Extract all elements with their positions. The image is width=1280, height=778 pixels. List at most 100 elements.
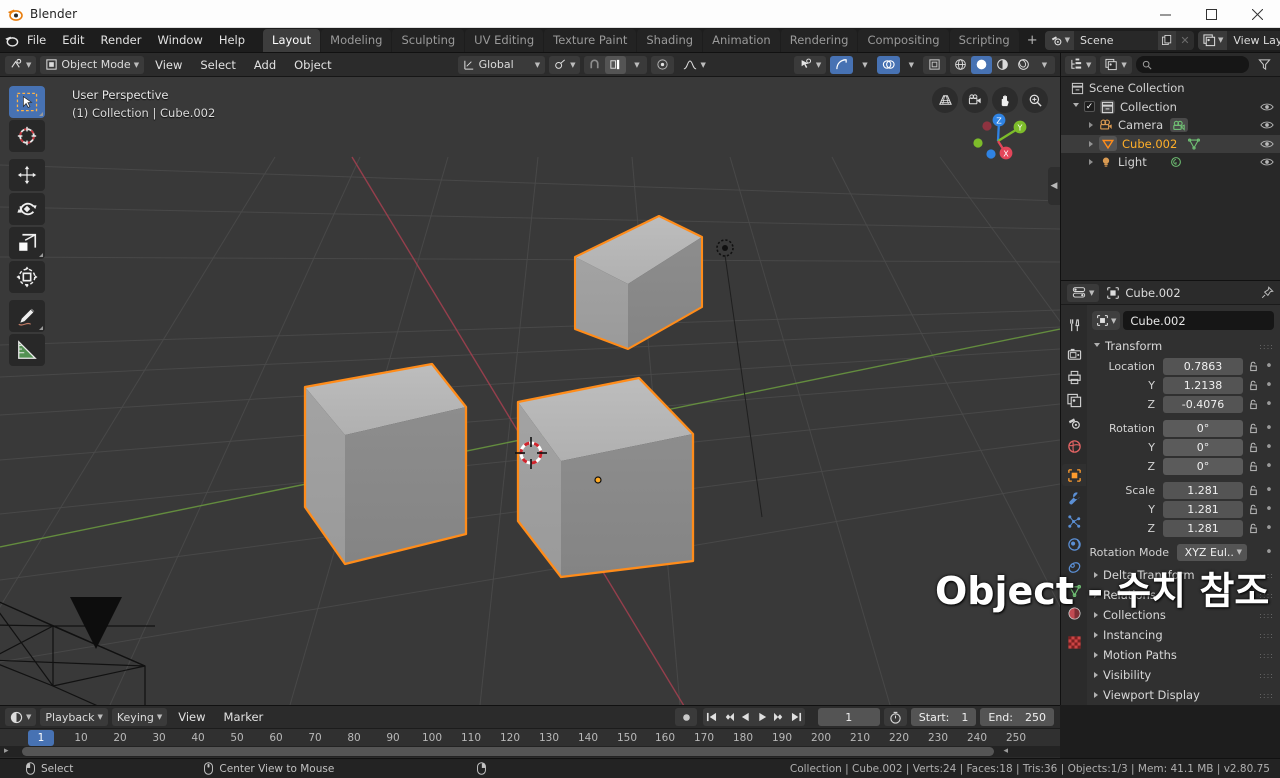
object-name-field[interactable]: Cube.002 [1123, 311, 1274, 330]
proportional-edit-toggle[interactable] [651, 55, 675, 74]
collection-visibility-eye-icon[interactable] [1260, 101, 1274, 113]
next-keyframe-button[interactable] [771, 708, 788, 726]
blender-menu-icon[interactable] [4, 33, 19, 48]
workspace-tab-modeling[interactable]: Modeling [321, 28, 392, 52]
outliner-search-input[interactable] [1135, 56, 1249, 73]
timeline-menu-marker[interactable]: Marker [217, 707, 271, 727]
outliner-row-light[interactable]: Light [1061, 153, 1280, 172]
annotate-tool[interactable] [9, 300, 45, 332]
proportional-falloff-dropdown[interactable]: ▼ [678, 56, 710, 74]
rotation-y-field[interactable]: 0° [1163, 438, 1243, 456]
object-id-type-button[interactable]: ▼ [1092, 311, 1121, 330]
light-expand-triangle-icon[interactable] [1089, 159, 1093, 166]
timeline-scroll-left-arrow[interactable]: ▸ [4, 746, 9, 756]
navigation-gizmo[interactable]: Z Y X [966, 105, 1030, 169]
timeline-horizontal-scrollbar[interactable]: ▸ ◂ [0, 746, 1060, 757]
rotation-y-animate-dot[interactable]: • [1264, 440, 1274, 455]
menu-help[interactable]: Help [211, 30, 253, 50]
physics-tab[interactable] [1062, 533, 1086, 555]
rotation-x-animate-dot[interactable]: • [1264, 421, 1274, 436]
modifier-tab[interactable] [1062, 487, 1086, 509]
pin-id-icon[interactable] [1261, 286, 1274, 299]
magnet-icon[interactable] [584, 56, 605, 74]
maximize-button[interactable] [1188, 0, 1234, 28]
transform-orientation-dropdown[interactable]: Global ▼ [457, 55, 546, 74]
new-scene-icon[interactable] [1158, 30, 1176, 50]
view-layer-selector[interactable]: ▼ View Layer ✕ [1198, 30, 1280, 50]
cursor-tool[interactable] [9, 120, 45, 152]
solid-shading-icon[interactable] [971, 55, 992, 74]
scale-x-lock-icon[interactable] [1247, 485, 1260, 496]
close-button[interactable] [1234, 0, 1280, 28]
world-tab[interactable] [1062, 435, 1086, 457]
scale-z-animate-dot[interactable]: • [1264, 521, 1274, 536]
transform-panel-header[interactable]: Transform :::: [1087, 336, 1280, 356]
wireframe-shading-icon[interactable] [950, 56, 971, 74]
overlays-toggle[interactable] [876, 55, 900, 74]
outliner-filter-icon[interactable] [1253, 56, 1276, 74]
location-y-field[interactable]: 1.2138 [1163, 376, 1243, 394]
rotation-mode-dropdown[interactable]: XYZ Eul.. ▼ [1177, 543, 1247, 561]
render-tab[interactable] [1062, 343, 1086, 365]
workspace-tab-scripting[interactable]: Scripting [949, 28, 1019, 52]
panel-visibility[interactable]: Visibility :::: [1087, 665, 1280, 685]
gizmos-dropdown[interactable]: ▼ [857, 56, 872, 74]
location-x-lock-icon[interactable] [1247, 361, 1260, 372]
toggle-grid-icon[interactable] [932, 87, 958, 113]
workspace-tab-shading[interactable]: Shading [637, 28, 703, 52]
properties-editor-type-button[interactable]: ▼ [1067, 283, 1100, 302]
particles-tab[interactable] [1062, 510, 1086, 532]
rotation-x-lock-icon[interactable] [1247, 423, 1260, 434]
scale-z-field[interactable]: 1.281 [1163, 519, 1243, 537]
panel-collections[interactable]: Collections :::: [1087, 605, 1280, 625]
mesh-data-icon[interactable] [1187, 137, 1201, 151]
object-tab[interactable] [1062, 464, 1086, 486]
location-z-field[interactable]: -0.4076 [1163, 395, 1243, 413]
snap-to-dropdown[interactable]: ▼ [549, 55, 581, 74]
panel-viewport-display[interactable]: Viewport Display :::: [1087, 685, 1280, 705]
playback-dropdown[interactable]: Playback ▼ [40, 708, 108, 726]
motion-paths-expand-triangle-icon[interactable] [1094, 652, 1098, 658]
add-workspace-button[interactable]: + [1020, 30, 1045, 51]
viewport-menu-view[interactable]: View [148, 55, 189, 75]
scene-selector[interactable]: ▼ Scene ✕ [1044, 30, 1194, 50]
outliner-row-collection[interactable]: ✓ Collection [1061, 98, 1280, 117]
collection-checkbox[interactable]: ✓ [1084, 101, 1095, 113]
rotation-z-field[interactable]: 0° [1163, 457, 1243, 475]
move-tool[interactable] [9, 159, 45, 191]
snap-dropdown-caret[interactable]: ▼ [626, 56, 647, 74]
sidebar-expand-arrow[interactable]: ◀ [1048, 167, 1060, 205]
current-frame-field[interactable]: 1 [817, 708, 880, 726]
relations-expand-triangle-icon[interactable] [1094, 592, 1098, 598]
gizmos-toggle[interactable] [830, 55, 854, 74]
location-z-lock-icon[interactable] [1247, 399, 1260, 410]
panel-delta-transform[interactable]: Delta Transform :::: [1087, 565, 1280, 585]
scale-y-animate-dot[interactable]: • [1264, 502, 1274, 517]
scale-x-field[interactable]: 1.281 [1163, 481, 1243, 499]
camera-expand-triangle-icon[interactable] [1089, 122, 1093, 129]
viewport-menu-add[interactable]: Add [247, 55, 283, 75]
menu-edit[interactable]: Edit [54, 30, 92, 50]
panel-instancing[interactable]: Instancing :::: [1087, 625, 1280, 645]
editor-type-button[interactable]: ▼ [5, 55, 37, 74]
tool-tab[interactable] [1062, 314, 1086, 336]
viewport-menu-object[interactable]: Object [287, 55, 338, 75]
remove-scene-icon[interactable]: ✕ [1176, 30, 1194, 50]
rotation-y-lock-icon[interactable] [1247, 442, 1260, 453]
workspace-tab-sculpting[interactable]: Sculpting [392, 28, 465, 52]
delta-transform-expand-triangle-icon[interactable] [1094, 572, 1098, 578]
rotate-tool[interactable] [9, 193, 45, 225]
material-preview-shading-icon[interactable] [992, 56, 1013, 74]
xray-toggle[interactable] [923, 55, 946, 74]
end-frame-field[interactable]: End: 250 [980, 708, 1054, 726]
transform-tool[interactable] [9, 261, 45, 293]
camera-visibility-eye-icon[interactable] [1260, 119, 1274, 131]
rotation-mode-animate-dot[interactable]: • [1264, 545, 1274, 560]
location-x-animate-dot[interactable]: • [1264, 359, 1274, 374]
instancing-expand-triangle-icon[interactable] [1094, 632, 1098, 638]
scene-tab[interactable] [1062, 412, 1086, 434]
3d-viewport[interactable]: User Perspective (1) Collection | Cube.0… [0, 77, 1060, 705]
scale-z-lock-icon[interactable] [1247, 523, 1260, 534]
output-tab[interactable] [1062, 366, 1086, 388]
visibility-expand-triangle-icon[interactable] [1094, 672, 1098, 678]
